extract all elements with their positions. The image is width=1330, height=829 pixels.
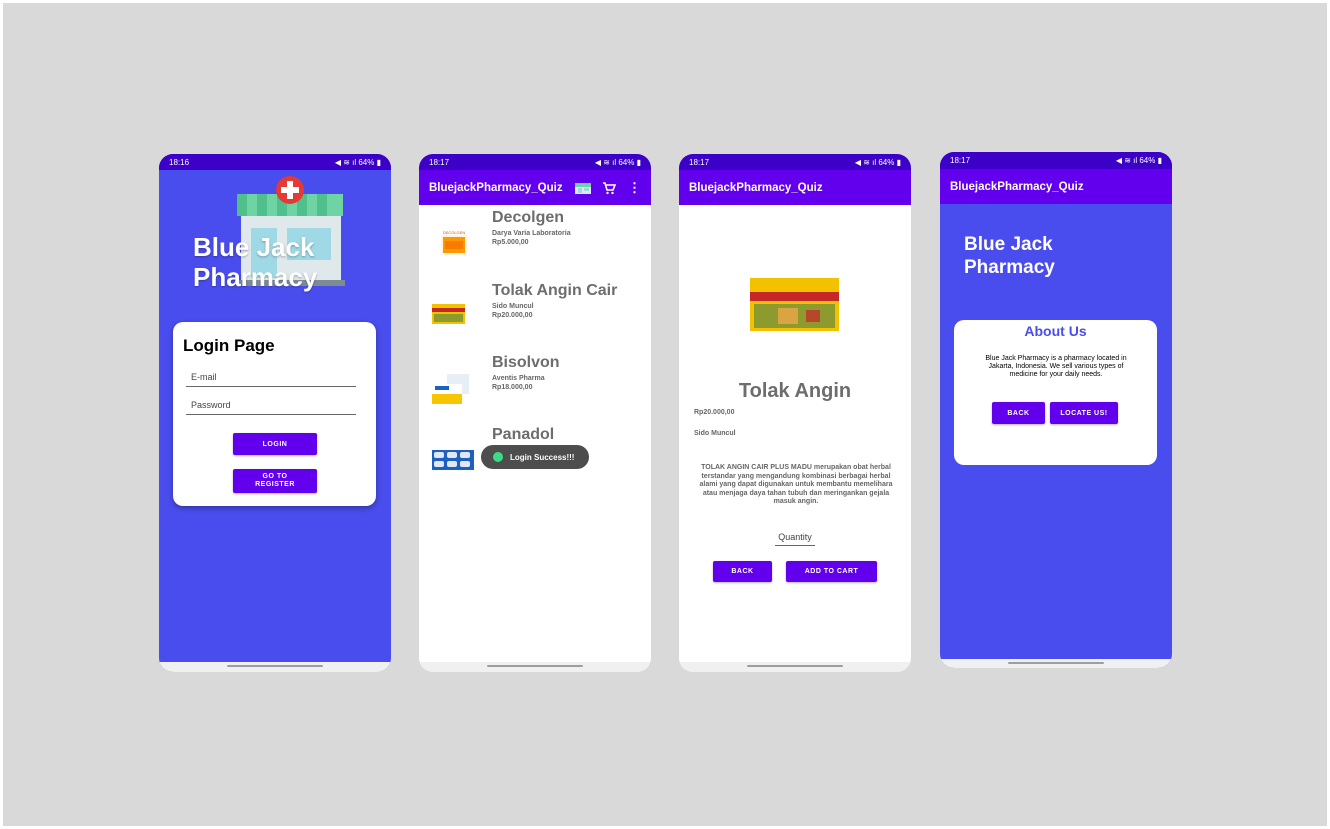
quantity-field[interactable]: Quantity (775, 532, 815, 546)
product-name: Tolak Angin (738, 380, 852, 402)
login-screen: 18:16 ◀ ≋ ıl 64% ▮ Blue Jack Pharmacy Lo… (159, 154, 391, 672)
app-bar-title: BluejackPharmacy_Quiz (950, 180, 1084, 193)
list-item[interactable]: Bisolvon Aventis Pharma Rp18.000,00 (419, 354, 651, 414)
status-bar: 18:17 ◀ ≋ ıl 64% ▮ (940, 152, 1172, 169)
about-card-title: About Us (1024, 323, 1087, 339)
go-to-register-button[interactable]: GO TO REGISTER (233, 469, 317, 493)
login-card-title: Login Page (183, 336, 275, 355)
app-bar: BluejackPharmacy_Quiz (679, 170, 911, 205)
status-time: 18:17 (429, 157, 450, 167)
app-bar: BluejackPharmacy_Quiz ⋮ (419, 170, 651, 205)
status-icons: ◀ ≋ ıl 64% ▮ (594, 157, 641, 167)
back-button[interactable]: BACK (992, 402, 1045, 424)
app-bar: BluejackPharmacy_Quiz (940, 169, 1172, 204)
product-description: TOLAK ANGIN CAIR PLUS MADU merupakan oba… (699, 464, 893, 505)
status-time: 18:16 (169, 157, 190, 167)
system-nav-bar (159, 662, 391, 672)
product-price: Rp20.000,00 (694, 409, 735, 416)
product-name: Panadol (492, 426, 555, 443)
product-name: Decolgen (492, 209, 565, 226)
cart-icon[interactable] (602, 181, 617, 195)
add-to-cart-button[interactable]: ADD TO CART (786, 561, 877, 582)
medicine-box-icon[interactable] (574, 181, 592, 195)
panadol-image (431, 448, 475, 472)
product-manufacturer: Sido Muncul (694, 430, 736, 437)
status-icons: ◀ ≋ ıl 64% ▮ (1115, 156, 1162, 165)
system-nav-bar (419, 662, 651, 672)
product-manufacturer: Darya Varia Laboratoria (492, 230, 571, 237)
svg-text:DECOLGEN: DECOLGEN (443, 230, 466, 235)
about-screen: 18:17 ◀ ≋ ıl 64% ▮ BluejackPharmacy_Quiz… (940, 152, 1172, 668)
email-field[interactable]: E-mail (186, 372, 356, 388)
status-bar: 18:17 ◀ ≋ ıl 64% ▮ (419, 154, 651, 170)
status-time: 18:17 (689, 157, 710, 167)
list-item[interactable]: Tolak Angin Cair Sido Muncul Rp20.000,00 (419, 282, 651, 342)
tolak-angin-image (431, 303, 466, 325)
status-bar: 18:17 ◀ ≋ ıl 64% ▮ (679, 154, 911, 170)
product-price: Rp20.000,00 (492, 312, 533, 319)
about-title: Blue Jack Pharmacy (964, 234, 1055, 278)
app-bar-title: BluejackPharmacy_Quiz (429, 181, 563, 194)
status-bar: 18:16 ◀ ≋ ıl 64% ▮ (159, 154, 391, 170)
system-nav-bar (940, 659, 1172, 668)
system-nav-bar (679, 662, 911, 672)
status-icons: ◀ ≋ ıl 64% ▮ (334, 157, 381, 167)
locate-us-button[interactable]: LOCATE US! (1050, 402, 1118, 424)
product-manufacturer: Aventis Pharma (492, 375, 545, 382)
status-time: 18:17 (950, 156, 971, 165)
toast-message: Login Success!!! (481, 445, 589, 469)
app-icon (493, 452, 503, 462)
product-image (748, 276, 841, 333)
login-card: Login Page E-mail Password LOGIN GO TO R… (173, 322, 376, 506)
list-item[interactable]: DECOLGEN Decolgen Darya Varia Laboratori… (419, 209, 651, 269)
back-button[interactable]: BACK (713, 561, 772, 582)
bisolvon-image (431, 372, 471, 406)
about-card: About Us Blue Jack Pharmacy is a pharmac… (954, 320, 1157, 465)
product-price: Rp5.000,00 (492, 239, 529, 246)
app-bar-title: BluejackPharmacy_Quiz (689, 181, 823, 194)
product-price: Rp18.000,00 (492, 384, 533, 391)
product-name: Tolak Angin Cair (492, 282, 618, 299)
more-vert-icon[interactable]: ⋮ (628, 181, 641, 194)
product-detail-screen: 18:17 ◀ ≋ ıl 64% ▮ BluejackPharmacy_Quiz… (679, 154, 911, 672)
app-title: Blue Jack Pharmacy (193, 232, 318, 292)
about-card-text: Blue Jack Pharmacy is a pharmacy located… (985, 355, 1127, 378)
product-list-screen: 18:17 ◀ ≋ ıl 64% ▮ BluejackPharmacy_Quiz… (419, 154, 651, 672)
decolgen-image: DECOLGEN (439, 227, 469, 257)
status-icons: ◀ ≋ ıl 64% ▮ (854, 157, 901, 167)
product-name: Bisolvon (492, 354, 560, 371)
product-manufacturer: Sido Muncul (492, 303, 534, 310)
password-field[interactable]: Password (186, 400, 356, 416)
login-button[interactable]: LOGIN (233, 433, 317, 455)
